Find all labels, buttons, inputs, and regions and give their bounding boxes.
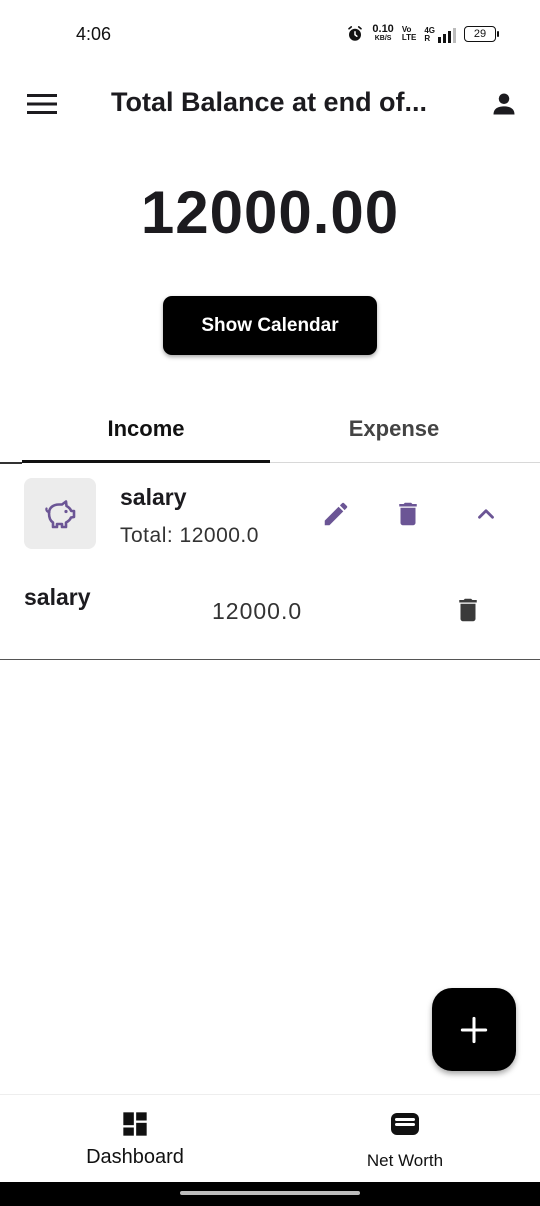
roaming-indicator: R bbox=[424, 34, 431, 43]
chevron-up-icon bbox=[478, 509, 494, 519]
volte-bottom: LTE bbox=[401, 33, 417, 42]
entry-name: salary bbox=[24, 584, 91, 610]
edit-icon bbox=[324, 502, 348, 526]
nav-dashboard[interactable]: Dashboard bbox=[0, 1095, 270, 1183]
delete-icon bbox=[399, 502, 417, 526]
delete-icon bbox=[459, 598, 477, 622]
wallet-icon bbox=[390, 1109, 420, 1139]
nav-net-worth[interactable]: Net Worth bbox=[270, 1095, 540, 1183]
tab-divider-accent bbox=[0, 462, 22, 464]
category-card[interactable]: salary Total: 12000.0 salary 12000.0 bbox=[0, 466, 540, 660]
entry-amount: 12000.0 bbox=[212, 598, 303, 624]
bottom-navigation: Dashboard Net Worth bbox=[0, 1094, 540, 1182]
category-icon-box bbox=[24, 478, 96, 549]
nav-net-worth-label: Net Worth bbox=[366, 1151, 444, 1170]
dashboard-icon bbox=[120, 1109, 150, 1139]
battery-icon: 29 bbox=[464, 26, 499, 42]
total-balance-value: 12000.00 bbox=[140, 179, 400, 246]
category-name: salary bbox=[120, 484, 187, 510]
gesture-navigation-bar bbox=[0, 1182, 540, 1206]
status-indicators: 0.10 KB/S Vo LTE 4G R 29 bbox=[346, 22, 499, 46]
piggy-bank-icon bbox=[45, 499, 76, 528]
delete-entry-button[interactable] bbox=[450, 592, 486, 628]
app-bar: Total Balance at end of... bbox=[0, 68, 540, 140]
tab-indicator bbox=[22, 460, 270, 463]
network-speed: 0.10 KB/S bbox=[372, 23, 394, 43]
home-gesture-handle[interactable] bbox=[180, 1191, 360, 1195]
status-time: 4:06 bbox=[76, 24, 112, 44]
delete-category-button[interactable] bbox=[390, 496, 426, 532]
edit-category-button[interactable] bbox=[318, 496, 354, 532]
tab-income[interactable]: Income bbox=[22, 398, 270, 460]
signal-icon: 4G R bbox=[424, 25, 456, 43]
status-bar: 4:06 0.10 KB/S Vo LTE 4G R 29 bbox=[0, 0, 540, 68]
tab-bar: Income Expense bbox=[0, 398, 540, 464]
add-button[interactable] bbox=[432, 988, 516, 1071]
category-total: Total: 12000.0 bbox=[120, 524, 259, 547]
collapse-button[interactable] bbox=[468, 496, 504, 532]
volte-indicator: Vo LTE bbox=[402, 26, 417, 42]
network-speed-value: 0.10 bbox=[372, 23, 394, 35]
page-title: Total Balance at end of... bbox=[111, 87, 428, 117]
menu-icon bbox=[27, 94, 57, 114]
nav-dashboard-label: Dashboard bbox=[86, 1146, 184, 1168]
account-icon bbox=[493, 93, 515, 115]
battery-level: 29 bbox=[473, 28, 487, 40]
menu-button[interactable] bbox=[22, 88, 62, 120]
plus-icon bbox=[460, 1016, 488, 1043]
alarm-icon bbox=[348, 26, 363, 41]
network-speed-unit: KB/S bbox=[374, 35, 392, 42]
account-button[interactable] bbox=[486, 86, 522, 122]
tab-expense[interactable]: Expense bbox=[270, 398, 518, 460]
show-calendar-button[interactable]: Show Calendar bbox=[163, 296, 377, 355]
